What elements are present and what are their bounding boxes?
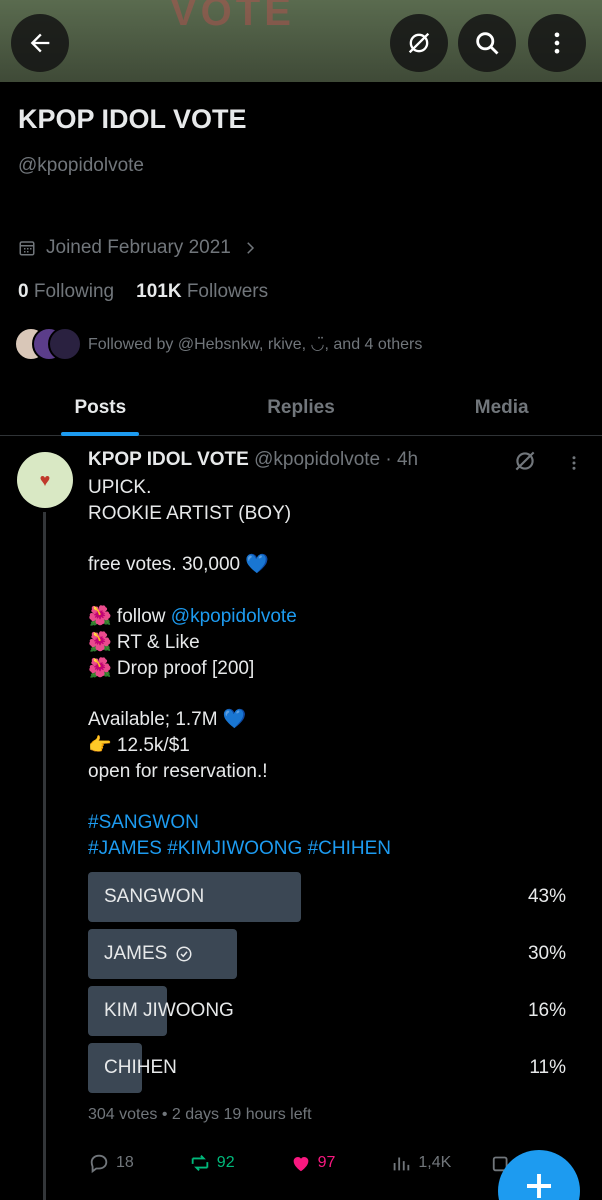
- chevron-right-icon: [247, 242, 254, 254]
- following-link[interactable]: 0 Following: [18, 281, 114, 303]
- post-author-name[interactable]: KPOP IDOL VOTE: [88, 449, 249, 470]
- reply-count: 18: [116, 1154, 134, 1171]
- profile-handle: @kpopidolvote: [18, 155, 144, 176]
- followers-label: Followers: [186, 281, 269, 302]
- thread-line: [43, 512, 46, 1200]
- post-line: [88, 527, 588, 553]
- like-count: 97: [317, 1154, 336, 1171]
- following-count: 0: [18, 281, 29, 302]
- post-line: UPICK.: [88, 477, 152, 498]
- poll-option: SANGWON 43%: [88, 872, 568, 922]
- post-line: 🌺 follow @kpopidolvote: [88, 604, 588, 630]
- reply-icon: [90, 1154, 108, 1174]
- tab-media[interactable]: Media: [401, 380, 602, 435]
- hashtag-link[interactable]: #JAMES #KIMJIWOONG #CHIHEN: [88, 836, 588, 862]
- following-label: Following: [33, 281, 115, 302]
- heart-icon: [293, 1157, 308, 1172]
- post-line: 👉 12.5k/$1: [88, 734, 190, 756]
- post-line: 🌺 Drop proof [200]: [88, 657, 255, 679]
- post-line-text: 🌺 follow: [88, 605, 171, 627]
- arrow-left-icon: [30, 33, 50, 53]
- back-button[interactable]: [11, 14, 69, 72]
- profile-name: KPOP IDOL VOTE: [18, 104, 247, 134]
- poll-option-percent: 16%: [527, 1000, 566, 1021]
- poll-meta: 304 votes • 2 days 19 hours left: [88, 1106, 312, 1123]
- more-vertical-icon: [572, 456, 576, 470]
- finger-heart-icon: ♥: [39, 470, 51, 490]
- poll-option-label: JAMES: [104, 943, 168, 964]
- views-chart-icon: [394, 1157, 410, 1171]
- hashtag-link[interactable]: #SANGWON: [88, 810, 588, 836]
- search-button[interactable]: [458, 14, 516, 72]
- post-line: [88, 578, 588, 604]
- post-line: [88, 681, 588, 707]
- calendar-icon: [19, 241, 35, 256]
- more-vertical-icon: [554, 32, 560, 54]
- poll-option: CHIHEN 11%: [88, 1043, 568, 1093]
- joined-date-row[interactable]: Joined February 2021: [18, 237, 259, 259]
- joined-date: Joined February 2021: [46, 237, 231, 258]
- poll-option: KIM JIWOONG 16%: [88, 986, 568, 1036]
- search-icon: [476, 32, 499, 55]
- views-button[interactable]: 1,4K: [390, 1152, 451, 1174]
- check-circle-icon: [176, 946, 192, 962]
- grok-icon: [408, 32, 430, 54]
- profile-tabs: Posts Replies Media: [0, 380, 602, 436]
- post-author-avatar[interactable]: ♥: [17, 452, 73, 508]
- post-line: Available; 1.7M 💙: [88, 709, 247, 731]
- followed-by-text: Followed by @Hebsnkw, rkive, ◡̈, and 4 o…: [88, 336, 423, 353]
- post-line: open for reservation.!: [88, 760, 268, 782]
- post-actions: 18 92 97 1,4K: [88, 1152, 513, 1174]
- post-body: UPICK. ROOKIE ARTIST (BOY) free votes. 3…: [88, 475, 588, 862]
- followed-by-row[interactable]: Followed by @Hebsnkw, rkive, ◡̈, and 4 o…: [14, 326, 422, 362]
- post-line: free votes. 30,000 💙: [88, 554, 270, 576]
- poll-option-percent: 43%: [527, 886, 566, 907]
- tab-replies[interactable]: Replies: [201, 380, 402, 435]
- followers-count: 101K: [136, 281, 182, 302]
- poll-option-percent: 30%: [527, 943, 566, 964]
- post-header: KPOP IDOL VOTE @kpopidolvote · 4h: [88, 449, 418, 471]
- post-line: ROOKIE ARTIST (BOY): [88, 502, 292, 524]
- poll-option-label: KIM JIWOONG: [104, 1000, 234, 1021]
- post-line: [88, 785, 588, 811]
- follow-stats: 0 Following 101K Followers: [18, 281, 268, 303]
- repost-button[interactable]: 92: [189, 1152, 235, 1174]
- views-count: 1,4K: [418, 1154, 452, 1171]
- like-button[interactable]: 97: [290, 1152, 336, 1174]
- plus-icon: [527, 1174, 551, 1198]
- grok-button[interactable]: [390, 14, 448, 72]
- follower-avatars: [14, 326, 82, 362]
- tab-posts[interactable]: Posts: [0, 380, 201, 436]
- reply-button[interactable]: 18: [88, 1152, 134, 1174]
- grok-icon: [515, 451, 535, 471]
- poll-option: JAMES 30%: [88, 929, 568, 979]
- poll: SANGWON 43% JAMES 30% KIM JIWOONG 16% CH…: [88, 872, 568, 1100]
- avatar: [48, 327, 82, 361]
- poll-option-label: CHIHEN: [104, 1057, 177, 1078]
- poll-option-percent: 11%: [529, 1057, 566, 1078]
- mention-link[interactable]: @kpopidolvote: [171, 606, 297, 627]
- repost-icon: [191, 1155, 209, 1171]
- more-options-button[interactable]: [528, 14, 586, 72]
- followers-link[interactable]: 101K Followers: [136, 281, 268, 303]
- poll-option-label: SANGWON: [104, 886, 205, 907]
- post-line: 🌺 RT & Like: [88, 631, 200, 653]
- post-author-meta: @kpopidolvote · 4h: [254, 449, 419, 470]
- repost-count: 92: [216, 1154, 235, 1171]
